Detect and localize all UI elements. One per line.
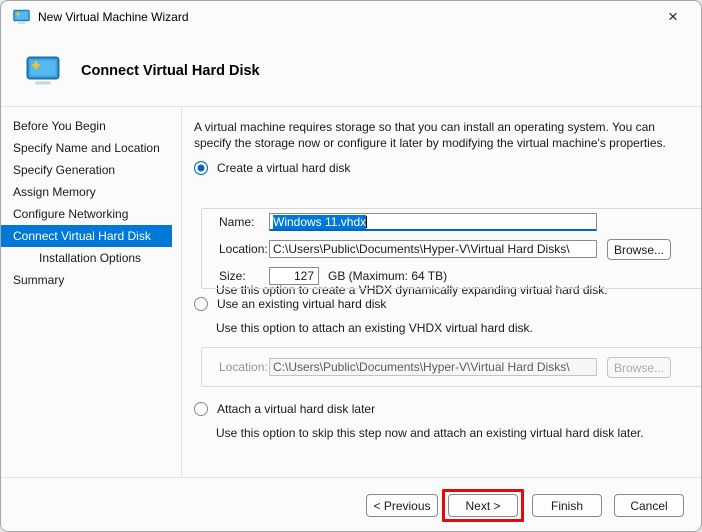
browse-button-disabled: Browse... [607,357,671,378]
vm-monitor-icon [13,9,30,24]
window-title: New Virtual Machine Wizard [38,10,189,24]
radio-unselected-icon[interactable] [194,402,208,416]
sidebar-item-assign-memory: Assign Memory [13,185,96,199]
sidebar-item-connect-virtual-hard-disk: Connect Virtual Hard Disk [1,225,172,247]
vm-monitor-icon [26,56,60,85]
sidebar-item-specify-generation: Specify Generation [13,163,116,177]
intro-text: A virtual machine requires storage so th… [194,120,666,150]
location-input-disabled: C:\Users\Public\Documents\Hyper-V\Virtua… [269,358,597,376]
attach-later-option-description: Use this option to skip this step now an… [216,426,644,440]
new-vm-wizard-window: New Virtual Machine Wizard × Connect Vir… [0,0,702,532]
sidebar-item-before-you-begin: Before You Begin [13,119,106,133]
radio-attach-virtual-hard-disk-later[interactable]: Attach a virtual hard disk later [194,401,375,417]
location-input[interactable]: C:\Users\Public\Documents\Hyper-V\Virtua… [269,240,597,258]
radio-selected-icon[interactable] [194,161,208,175]
size-label: Size: [219,269,246,283]
radio-create-virtual-hard-disk[interactable]: Create a virtual hard disk [194,160,350,176]
sidebar-item-specify-name-location: Specify Name and Location [13,141,160,155]
radio-label[interactable]: Attach a virtual hard disk later [217,402,375,416]
sidebar-item-installation-options: Installation Options [39,251,142,265]
browse-button[interactable]: Browse... [607,239,671,260]
wizard-steps-sidebar: Before You Begin Specify Name and Locati… [1,107,181,477]
location-label: Location: [219,242,268,256]
close-icon[interactable]: × [653,3,693,31]
next-button[interactable]: Next > [448,494,518,517]
wizard-footer: < Previous Next > Finish Cancel [1,478,701,531]
size-maximum-text: GB (Maximum: 64 TB) [328,269,448,283]
radio-label[interactable]: Use an existing virtual hard disk [217,297,386,311]
location-label-disabled: Location: [219,360,268,374]
sidebar-item-configure-networking: Configure Networking [13,207,129,221]
size-input[interactable]: 127 [269,267,319,285]
cancel-button[interactable]: Cancel [614,494,684,517]
name-label: Name: [219,215,255,229]
previous-button[interactable]: < Previous [366,494,438,517]
radio-unselected-icon[interactable] [194,297,208,311]
finish-button[interactable]: Finish [532,494,602,517]
existing-option-description: Use this option to attach an existing VH… [216,321,533,335]
titlebar: New Virtual Machine Wizard × [1,1,701,33]
wizard-page-content: A virtual machine requires storage so th… [182,106,701,478]
radio-label[interactable]: Create a virtual hard disk [217,161,350,175]
page-title: Connect Virtual Hard Disk [81,63,260,79]
sidebar-item-summary: Summary [13,273,65,287]
selected-text: Windows 11.vhdx [273,215,367,229]
radio-use-existing-virtual-hard-disk[interactable]: Use an existing virtual hard disk [194,296,386,312]
name-input[interactable]: Windows 11.vhdx [269,213,597,231]
text-caret [366,216,368,228]
